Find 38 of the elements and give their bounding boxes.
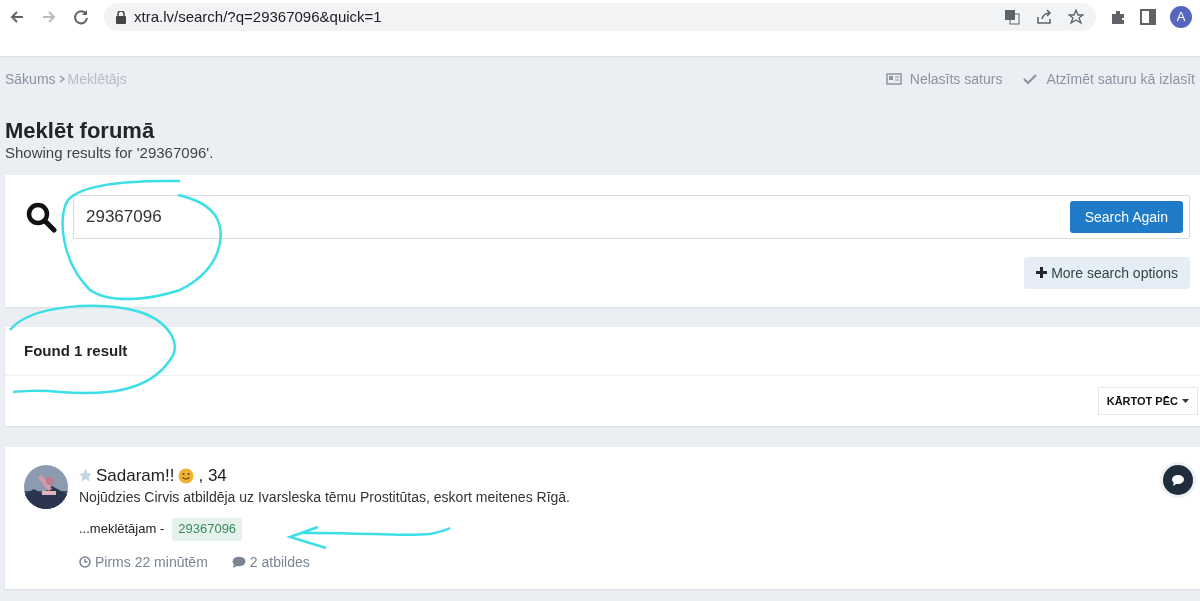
- sort-button[interactable]: KĀRTOT PĒC: [1097, 386, 1198, 415]
- clock-icon: [79, 556, 91, 569]
- lock-icon: [116, 10, 126, 24]
- star-icon: [79, 469, 92, 483]
- breadcrumb-link[interactable]: Sākums: [5, 70, 56, 89]
- comment-button[interactable]: [1163, 464, 1193, 495]
- search-again-button[interactable]: Search Again: [1069, 200, 1183, 233]
- plus-icon: [1036, 267, 1048, 279]
- newspaper-icon: [885, 73, 902, 86]
- search-icon: [25, 200, 57, 233]
- translate-icon[interactable]: [1004, 9, 1020, 25]
- reply-count: , 34: [198, 464, 227, 487]
- share-icon[interactable]: [1036, 9, 1052, 25]
- star-icon[interactable]: [1068, 9, 1084, 25]
- address-bar[interactable]: xtra.lv/search/?q=29367096&quick=1: [104, 3, 1096, 31]
- smiley-icon: [178, 467, 195, 484]
- result-snippet: ...meklētājam -: [79, 521, 165, 539]
- reload-icon[interactable]: [72, 8, 90, 26]
- side-panel-icon[interactable]: [1140, 9, 1156, 25]
- page-title: Meklēt forumā: [5, 119, 156, 144]
- post-time: Pirms 22 minūtēm: [95, 553, 208, 572]
- check-icon: [1022, 73, 1039, 86]
- comment-icon: [1171, 473, 1185, 486]
- comment-icon: [231, 556, 246, 569]
- results-subtitle: Showing results for '29367096'.: [5, 143, 215, 163]
- highlighted-term: 29367096: [172, 518, 243, 542]
- caret-icon: [1182, 398, 1189, 403]
- profile-avatar[interactable]: A: [1170, 6, 1192, 28]
- more-search-options-button[interactable]: More search options: [1024, 256, 1190, 290]
- url-text: xtra.lv/search/?q=29367096&quick=1: [134, 7, 382, 27]
- result-summary: Nojūdzies Cirvis atbildēja uz Ivarsleska tēmu Prostitūtas, eskort meitenes Rīgā.: [79, 487, 570, 507]
- search-field[interactable]: 29367096 Search Again: [73, 194, 1190, 239]
- reply-total[interactable]: 2 atbildes: [249, 553, 310, 572]
- unread-content-link[interactable]: Nelasīts saturs: [909, 70, 1003, 89]
- results-count: Found 1 result: [24, 341, 128, 361]
- result-title[interactable]: Sadaram!!: [96, 464, 175, 487]
- extensions-icon[interactable]: [1110, 9, 1126, 25]
- mark-read-link[interactable]: Atzīmēt saturu kā izlasīt: [1046, 70, 1195, 89]
